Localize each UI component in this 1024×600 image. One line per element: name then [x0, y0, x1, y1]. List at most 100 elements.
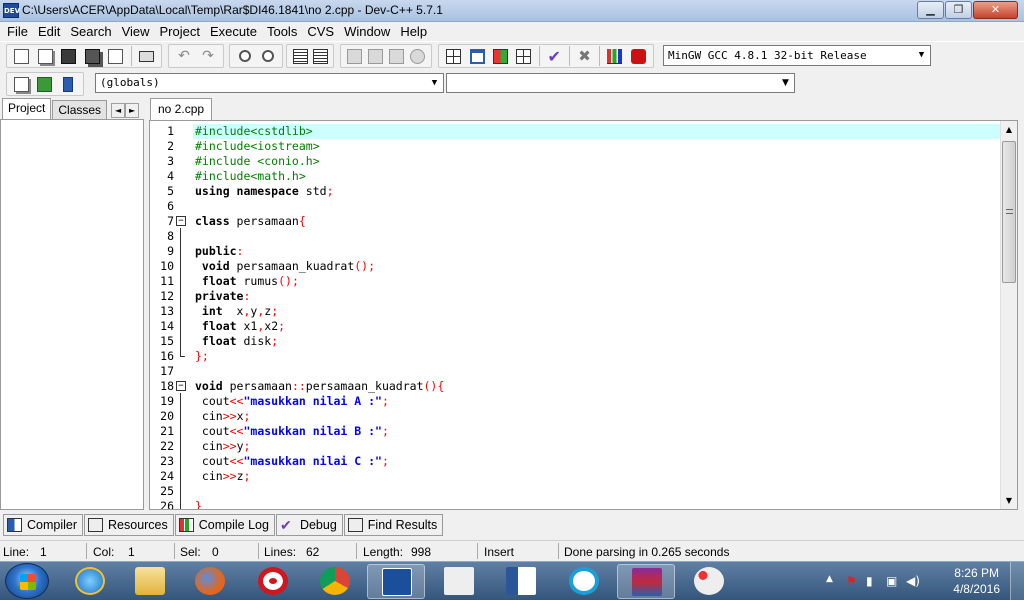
- code-line[interactable]: 5 using namespace std;: [167, 184, 1000, 199]
- show-desktop-button[interactable]: [1010, 562, 1024, 600]
- tab-resources[interactable]: Resources: [84, 514, 174, 536]
- indent-button[interactable]: [291, 46, 309, 66]
- scope-select[interactable]: (globals) ▼: [95, 73, 444, 93]
- menu-view[interactable]: View: [117, 22, 155, 41]
- network-icon[interactable]: ▮: [866, 574, 873, 588]
- code-line[interactable]: 1 #include<cstdlib>: [167, 124, 1000, 139]
- code-line[interactable]: 17: [160, 364, 1000, 379]
- members-select[interactable]: ▼: [446, 73, 795, 93]
- code-line[interactable]: 16};: [160, 349, 1000, 364]
- scroll-right-icon[interactable]: ►: [125, 103, 140, 118]
- new-file-button[interactable]: [11, 46, 33, 66]
- undo-button[interactable]: ↶: [173, 46, 195, 66]
- open-file-button[interactable]: [35, 46, 57, 66]
- volume-icon[interactable]: ◀): [906, 574, 920, 588]
- vertical-scrollbar[interactable]: ▲ ▼: [1000, 121, 1017, 509]
- title-bar[interactable]: DEV C:\Users\ACER\AppData\Local\Temp\Rar…: [0, 0, 1024, 22]
- run-button[interactable]: [466, 46, 487, 66]
- start-button[interactable]: [5, 563, 49, 599]
- fold-toggle-icon[interactable]: −: [176, 216, 186, 226]
- delete-profile-button[interactable]: [628, 46, 649, 66]
- code-line[interactable]: 20 cin>>x;: [160, 409, 1000, 424]
- tab-compile-log[interactable]: Compile Log: [174, 514, 275, 536]
- code-line[interactable]: 10 void persamaan_kuadrat();: [160, 259, 1000, 274]
- scroll-left-icon[interactable]: ◄: [111, 103, 126, 118]
- menu-search[interactable]: Search: [65, 22, 116, 41]
- add-to-project-button[interactable]: [366, 46, 385, 66]
- goto-definition-button[interactable]: [58, 74, 79, 94]
- profile-button[interactable]: [604, 46, 625, 66]
- tab-find-results[interactable]: Find Results: [343, 514, 444, 536]
- code-line[interactable]: 18− void persamaan::persamaan_kuadrat(){: [160, 379, 1000, 394]
- code-line[interactable]: 14 float x1,x2;: [160, 319, 1000, 334]
- taskbar-internet-explorer[interactable]: [61, 564, 119, 599]
- taskbar-audio-app[interactable]: [555, 564, 613, 599]
- compile-button[interactable]: [443, 46, 464, 66]
- redo-button[interactable]: ↷: [197, 46, 219, 66]
- scrollbar-thumb[interactable]: [1002, 141, 1016, 283]
- taskbar-clock[interactable]: 8:26 PM 4/8/2016: [953, 565, 1000, 597]
- tab-classes[interactable]: Classes: [52, 100, 108, 120]
- taskbar-dev-cpp[interactable]: [367, 564, 425, 599]
- insert-button[interactable]: [11, 74, 32, 94]
- power-icon[interactable]: ▣: [886, 574, 897, 588]
- goto-line-button[interactable]: [311, 46, 329, 66]
- tab-project[interactable]: Project: [2, 98, 52, 120]
- menu-cvs[interactable]: CVS: [302, 22, 339, 41]
- stop-execution-button[interactable]: ✖: [574, 46, 595, 66]
- code-line[interactable]: 15 float disk;: [160, 334, 1000, 349]
- menu-edit[interactable]: Edit: [33, 22, 65, 41]
- taskbar-firefox[interactable]: [181, 564, 239, 599]
- menu-help[interactable]: Help: [395, 22, 432, 41]
- save-all-button[interactable]: [82, 46, 104, 66]
- code-line[interactable]: 7− class persamaan{: [167, 214, 1000, 229]
- tab-debug[interactable]: ✔ Debug: [275, 514, 343, 536]
- save-button[interactable]: [58, 46, 80, 66]
- taskbar-winrar[interactable]: [617, 564, 675, 599]
- code-line[interactable]: 24 cin>>z;: [160, 469, 1000, 484]
- scroll-up-icon[interactable]: ▲: [1001, 121, 1017, 138]
- tab-compiler[interactable]: Compiler: [3, 514, 84, 536]
- code-area[interactable]: 1 #include<cstdlib> 2 #include<iostream> 3 #i…: [160, 124, 1000, 509]
- menu-file[interactable]: File: [2, 22, 33, 41]
- chevron-down-icon[interactable]: ▼: [914, 47, 929, 64]
- code-line[interactable]: 12 private:: [160, 289, 1000, 304]
- code-line[interactable]: 6: [167, 199, 1000, 214]
- taskbar-word[interactable]: [492, 564, 550, 599]
- code-line[interactable]: 26}: [160, 499, 1000, 509]
- code-line[interactable]: 25: [160, 484, 1000, 499]
- print-button[interactable]: [135, 46, 157, 66]
- menu-window[interactable]: Window: [339, 22, 395, 41]
- menu-execute[interactable]: Execute: [205, 22, 262, 41]
- editor-tab-file[interactable]: no 2.cpp: [150, 98, 213, 120]
- fold-toggle-icon[interactable]: −: [176, 381, 186, 391]
- compiler-select[interactable]: MinGW GCC 4.8.1 32-bit Release ▼: [663, 45, 931, 66]
- replace-button[interactable]: [257, 46, 278, 66]
- close-file-button[interactable]: [105, 46, 127, 66]
- code-line[interactable]: 22 cin>>y;: [160, 439, 1000, 454]
- taskbar-file-explorer[interactable]: [121, 564, 179, 599]
- action-center-icon[interactable]: ⚑: [846, 574, 857, 588]
- taskbar-paint[interactable]: [680, 564, 738, 599]
- dev-cpp-app-icon[interactable]: DEV: [3, 3, 20, 18]
- code-line[interactable]: 9 public:: [167, 244, 1000, 259]
- code-line[interactable]: 19 cout<<"masukkan nilai A :";: [160, 394, 1000, 409]
- code-line[interactable]: 4 #include<math.h>: [167, 169, 1000, 184]
- project-options-button[interactable]: [408, 46, 427, 66]
- taskbar-opera[interactable]: [244, 564, 302, 599]
- menu-tools[interactable]: Tools: [262, 22, 302, 41]
- menu-project[interactable]: Project: [155, 22, 205, 41]
- code-editor[interactable]: 1 #include<cstdlib> 2 #include<iostream> 3 #i…: [149, 120, 1018, 510]
- code-line[interactable]: 21 cout<<"masukkan nilai B :";: [160, 424, 1000, 439]
- show-hidden-icons-icon[interactable]: ▲: [826, 574, 833, 584]
- goto-declaration-button[interactable]: [34, 74, 55, 94]
- remove-from-project-button[interactable]: [387, 46, 406, 66]
- scroll-down-icon[interactable]: ▼: [1001, 492, 1017, 509]
- code-line[interactable]: 3 #include <conio.h>: [167, 154, 1000, 169]
- taskbar-chrome[interactable]: [306, 564, 364, 599]
- code-line[interactable]: 23 cout<<"masukkan nilai C :";: [160, 454, 1000, 469]
- find-button[interactable]: [234, 46, 255, 66]
- close-window-button[interactable]: ✕: [973, 1, 1018, 19]
- chevron-down-icon[interactable]: ▼: [427, 75, 442, 92]
- chevron-down-icon[interactable]: ▼: [778, 75, 793, 92]
